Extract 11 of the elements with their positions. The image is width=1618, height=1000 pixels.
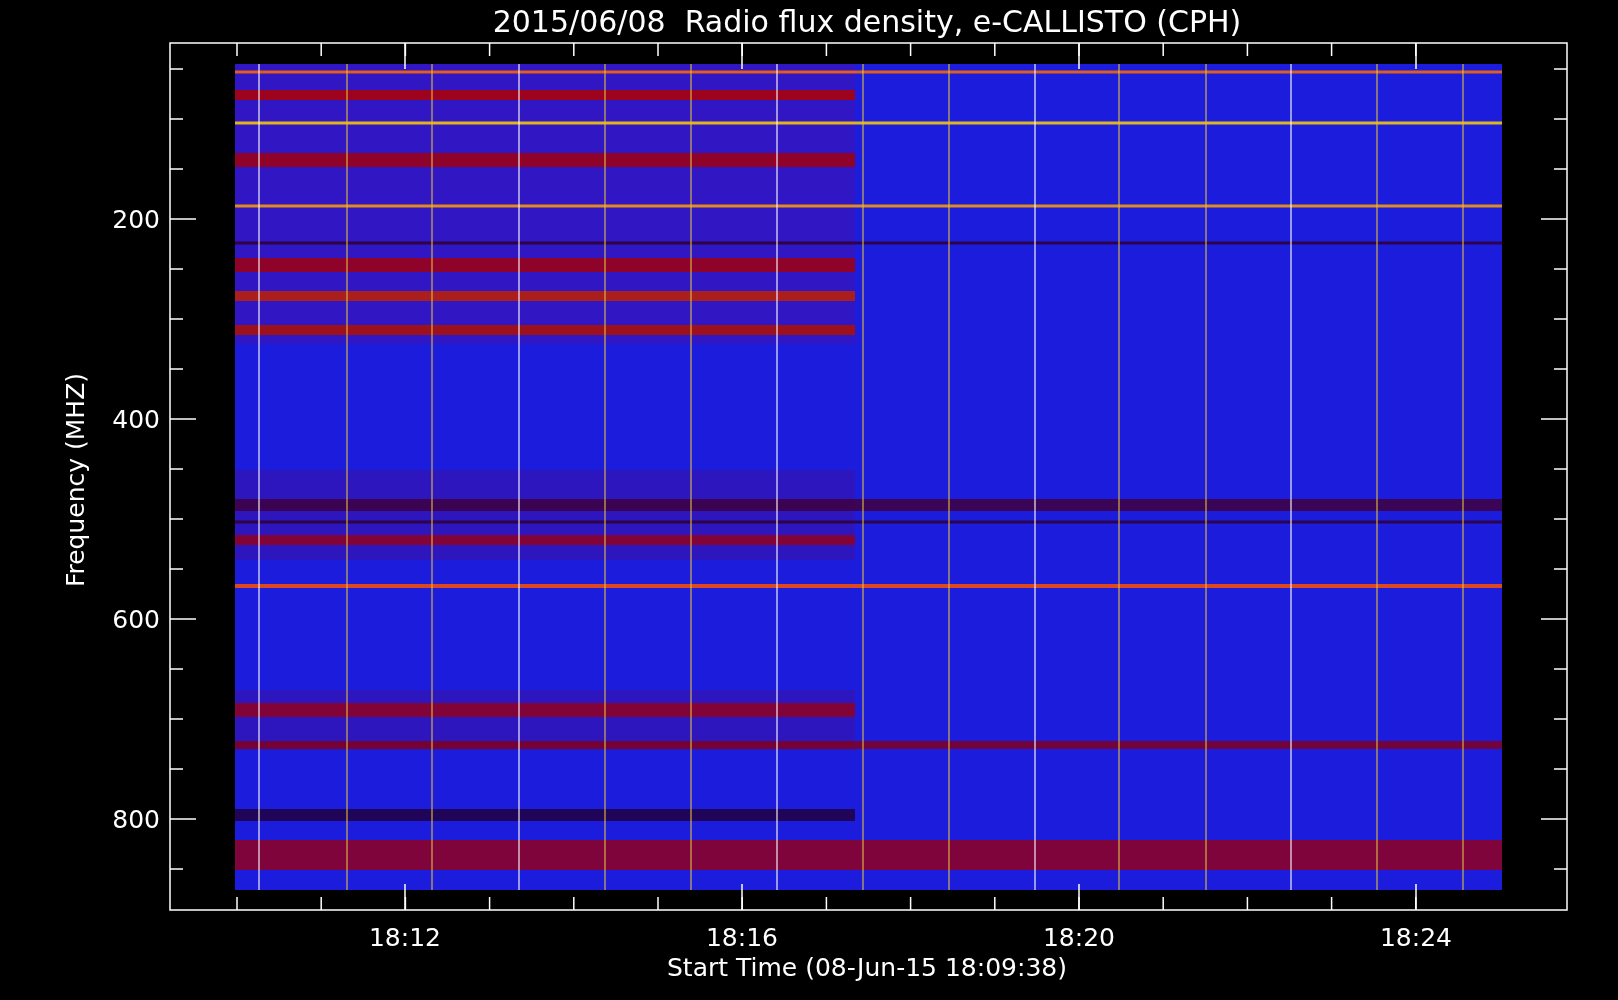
- x-tick-label: 18:16: [706, 923, 778, 952]
- x-tick-label: 18:20: [1043, 923, 1115, 952]
- y-tick-label: 400: [112, 405, 160, 434]
- y-tick-label: 800: [112, 805, 160, 834]
- x-tick-label: 18:24: [1380, 923, 1452, 952]
- y-axis-label: Frequency (MHZ): [61, 372, 90, 588]
- chart-title: 2015/06/08 Radio flux density, e-CALLISTO (CPH): [492, 4, 1242, 39]
- x-tick-label: 18:12: [369, 923, 441, 952]
- y-tick-label: 200: [112, 205, 160, 234]
- x-axis-label: Start Time (08-Jun-15 18:09:38): [667, 953, 1067, 982]
- y-tick-label: 600: [112, 605, 160, 634]
